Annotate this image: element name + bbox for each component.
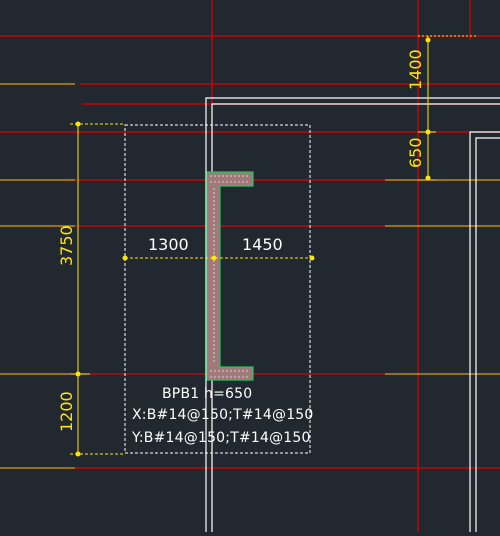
beam-label-line2: X:B#14@150;T#14@150	[132, 407, 314, 423]
dim-horiz-tick-1	[122, 255, 128, 261]
dim-right-tick-2	[425, 129, 431, 135]
wall-outlines	[205, 97, 500, 532]
axis-lines-vertical	[211, 0, 471, 532]
dim-horiz-left-text: 1300	[148, 235, 189, 254]
wall-outer	[205, 97, 500, 532]
beam-bpb1[interactable]	[206, 171, 254, 381]
dim-right-upper-text: 1400	[406, 49, 425, 90]
dim-right-lower-text: 650	[406, 137, 425, 168]
dim-left-bottom-text: 1200	[57, 391, 76, 432]
beam-label-line3: Y:B#14@150;T#14@150	[131, 430, 311, 446]
dim-right-tick-3	[425, 175, 431, 181]
dim-left-tick-3	[75, 451, 81, 457]
dim-left-total-text: 3750	[57, 225, 76, 266]
wall-right-inner	[475, 137, 500, 532]
cad-canvas[interactable]: 1400 650 3750 1200 1300 1450 BPB1 h=650 …	[0, 0, 500, 532]
dim-right-tick-1	[425, 37, 431, 43]
dim-horiz-tick-2	[211, 255, 217, 261]
dim-horiz-tick-3	[309, 255, 315, 261]
dim-horiz-right-text: 1450	[242, 235, 283, 254]
wall-right-outer	[469, 131, 500, 532]
dim-left-tick-2	[75, 371, 81, 377]
cad-drawing-viewport[interactable]: 1400 650 3750 1200 1300 1450 BPB1 h=650 …	[0, 0, 500, 532]
beam-label-line1: BPB1 h=650	[162, 386, 252, 402]
beam-label[interactable]: BPB1 h=650 X:B#14@150;T#14@150 Y:B#14@15…	[131, 386, 314, 446]
dim-left-tick-1	[75, 121, 81, 127]
